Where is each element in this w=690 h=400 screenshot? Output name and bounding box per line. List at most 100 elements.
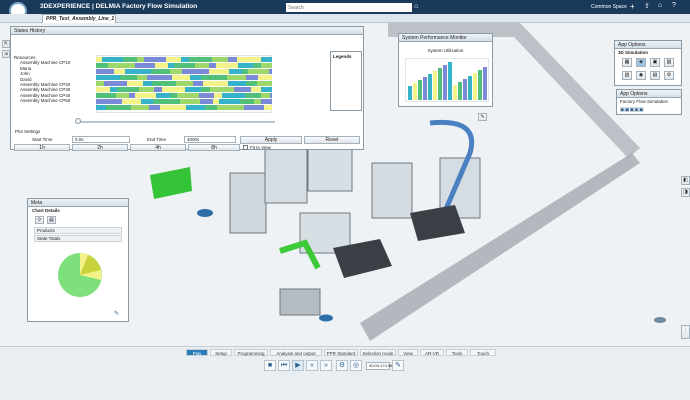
option-tool-8-icon[interactable]: ⚙ [664, 71, 674, 80]
time-scrollbar[interactable] [75, 121, 275, 123]
sim-settings-icon[interactable]: ⚙ [336, 360, 348, 371]
monitor-settings-icon[interactable]: ✎ [478, 113, 487, 121]
add-icon[interactable]: + [630, 2, 635, 11]
gantt-segment [96, 105, 106, 110]
start-time-field[interactable]: 0.0s [72, 136, 130, 143]
time-slider-handle[interactable] [75, 118, 81, 124]
side-tool-3-icon[interactable]: ⋮ [681, 325, 690, 339]
gantt-segment [172, 75, 190, 80]
option-tool-7-icon[interactable]: ▤ [650, 71, 660, 80]
gantt-segment [261, 87, 272, 92]
share-icon[interactable]: ⇪ [644, 2, 650, 10]
gantt-segment [110, 87, 117, 92]
zoom-8h-button[interactable]: 8h [188, 144, 240, 151]
tab-ar-vr[interactable]: AR-VR [420, 349, 444, 356]
gantt-segment [251, 87, 261, 92]
tab-tools[interactable]: Tools [446, 349, 468, 356]
meta-edit-icon[interactable]: ✎ [114, 310, 119, 317]
gantt-segment [240, 99, 254, 104]
side-tool-1-icon[interactable]: ◧ [681, 176, 690, 185]
chart-details-header[interactable]: Chart Details [32, 208, 60, 213]
gantt-segment [254, 99, 261, 104]
utilization-bar [428, 74, 432, 100]
gantt-segment [185, 87, 201, 92]
gantt-segment [154, 87, 162, 92]
chart-refresh-icon[interactable]: ⟳ [35, 216, 44, 224]
reset-button[interactable]: Reset [304, 136, 360, 144]
gantt-segment [214, 93, 222, 98]
zoom-1h-button[interactable]: 1h [14, 144, 70, 151]
help-icon[interactable]: ? [672, 2, 676, 9]
tab-setup[interactable]: Setup [210, 349, 232, 356]
tab-analysis[interactable]: Analysis and output [270, 349, 322, 356]
gantt-segment [245, 93, 261, 98]
option-tool-1-icon[interactable]: ▦ [622, 58, 632, 67]
option-tool-4-icon[interactable]: ▧ [664, 58, 674, 67]
utilization-bar [423, 77, 427, 100]
state-totals-row[interactable]: State Totals [34, 235, 122, 242]
legend-panel[interactable]: Legends [330, 51, 362, 111]
gantt-segment [203, 81, 228, 86]
gantt-segment [170, 69, 182, 74]
gantt-segment [270, 93, 272, 98]
gantt-segment [141, 99, 153, 104]
record-icon[interactable]: ◎ [350, 360, 362, 371]
gantt-segment [238, 63, 253, 68]
apply-button[interactable]: Apply [240, 136, 302, 144]
app-options-title: App Options [615, 41, 681, 49]
fast-forward-icon[interactable]: » [320, 360, 332, 371]
stop-icon[interactable]: ■ [264, 360, 276, 371]
search-box[interactable] [286, 3, 412, 12]
gantt-segment [96, 57, 102, 62]
app-brand: 3DEXPERIENCE | DELMIA Factory Flow Simul… [40, 3, 198, 10]
utilization-bar [408, 86, 412, 100]
side-tool-2-icon[interactable]: ◨ [681, 188, 690, 197]
tab-selection-mode[interactable]: Selection mode [360, 349, 396, 356]
factory-icons[interactable]: ▣▣▣▣▣ [620, 107, 644, 113]
tag-icon[interactable]: ⌂ [414, 3, 418, 10]
option-tool-5-icon[interactable]: ▥ [622, 71, 632, 80]
play-icon[interactable]: ▶ [292, 360, 304, 371]
document-tab[interactable]: PPR_Test_Assembly_Line_1 [42, 14, 116, 23]
left-tool-1-icon[interactable]: ⇱ [2, 40, 10, 48]
option-tool-2-icon[interactable]: ◈ [636, 58, 646, 67]
step-back-icon[interactable]: ⏮ [278, 360, 290, 371]
tree-item[interactable]: Assembly Machine CP50 [14, 98, 84, 103]
user-space[interactable]: Common Space [591, 4, 627, 10]
gantt-segment [156, 93, 170, 98]
option-tool-3-icon[interactable]: ▣ [650, 58, 660, 67]
gantt-segment [135, 93, 156, 98]
gantt-segment [108, 63, 135, 68]
gantt-segment [144, 57, 166, 62]
left-tool-2-icon[interactable]: ⇲ [2, 50, 10, 58]
gantt-segment [122, 99, 141, 104]
fit-to-view-checkbox[interactable] [243, 145, 248, 150]
meta-title: Meta [28, 199, 128, 207]
home-icon[interactable]: ⌂ [658, 2, 662, 9]
end-time-field[interactable]: 4000s [184, 136, 236, 143]
option-tool-6-icon[interactable]: ◉ [636, 71, 646, 80]
pencil-icon[interactable]: ✎ [392, 360, 404, 371]
search-input[interactable] [286, 3, 412, 12]
gantt-segment [152, 81, 176, 86]
utilization-bar [453, 85, 457, 100]
chart-export-icon[interactable]: ▤ [47, 216, 56, 224]
tab-ppr-standard[interactable]: PPR Standard [324, 349, 358, 356]
tab-play[interactable]: Play [186, 349, 208, 356]
zoom-2h-button[interactable]: 2h [72, 144, 128, 151]
rewind-icon[interactable]: « [306, 360, 318, 371]
gantt-segment [246, 81, 257, 86]
utilization-bar [458, 82, 462, 100]
tab-view[interactable]: View [398, 349, 418, 356]
gantt-segment [209, 63, 216, 68]
gantt-segment [168, 63, 174, 68]
tab-touch[interactable]: Touch [470, 349, 496, 356]
tab-programming[interactable]: Programming [234, 349, 268, 356]
gantt-segment [96, 81, 104, 86]
products-row[interactable]: Products [34, 227, 122, 234]
gantt-segment [174, 63, 195, 68]
top-bar: 3DEXPERIENCE | DELMIA Factory Flow Simul… [0, 0, 690, 14]
zoom-4h-button[interactable]: 4h [130, 144, 186, 151]
gantt-segment [261, 63, 272, 68]
gantt-segment [209, 69, 229, 74]
